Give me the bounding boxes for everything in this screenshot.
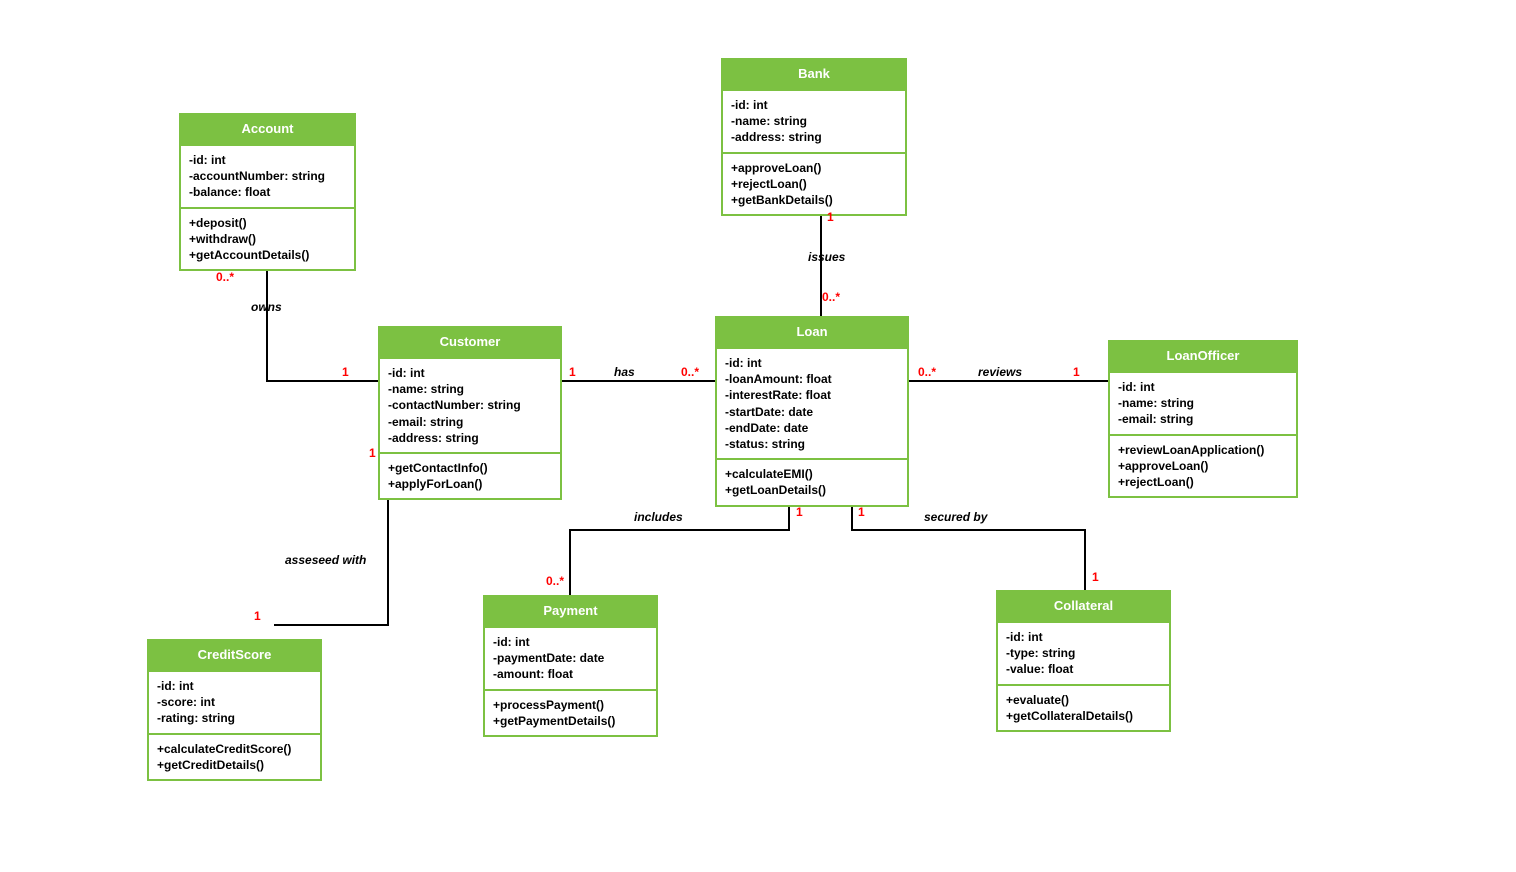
- ops-section: +reviewLoanApplication() +approveLoan() …: [1110, 434, 1296, 497]
- ops-section: +processPayment() +getPaymentDetails(): [485, 689, 656, 735]
- mult-includes-far: 0..*: [546, 574, 564, 588]
- ops-section: +approveLoan() +rejectLoan() +getBankDet…: [723, 152, 905, 215]
- attr-section: -id: int -accountNumber: string -balance…: [181, 144, 354, 207]
- class-payment: Payment -id: int -paymentDate: date -amo…: [483, 595, 658, 737]
- mult-assessed-far: 1: [254, 609, 261, 623]
- rel-issues: issues: [808, 250, 845, 264]
- class-creditscore: CreditScore -id: int -score: int -rating…: [147, 639, 322, 781]
- ops-section: +evaluate() +getCollateralDetails(): [998, 684, 1169, 730]
- attr-section: -id: int -paymentDate: date -amount: flo…: [485, 626, 656, 689]
- class-title: Account: [181, 115, 354, 144]
- mult-assessed-near: 1: [369, 446, 376, 460]
- diagram-canvas: Account -id: int -accountNumber: string …: [0, 0, 1516, 872]
- mult-reviews-far: 1: [1073, 365, 1080, 379]
- class-loan: Loan -id: int -loanAmount: float -intere…: [715, 316, 909, 507]
- rel-has: has: [614, 365, 635, 379]
- ops-section: +calculateCreditScore() +getCreditDetail…: [149, 733, 320, 779]
- class-title: LoanOfficer: [1110, 342, 1296, 371]
- attr-section: -id: int -type: string -value: float: [998, 621, 1169, 684]
- class-customer: Customer -id: int -name: string -contact…: [378, 326, 562, 500]
- rel-secured: secured by: [924, 510, 987, 524]
- ops-section: +getContactInfo() +applyForLoan(): [380, 452, 560, 498]
- mult-includes-near: 1: [796, 505, 803, 519]
- class-account: Account -id: int -accountNumber: string …: [179, 113, 356, 271]
- mult-account-near: 0..*: [216, 270, 234, 284]
- attr-section: -id: int -name: string -email: string: [1110, 371, 1296, 434]
- mult-has-far: 0..*: [681, 365, 699, 379]
- rel-reviews: reviews: [978, 365, 1022, 379]
- class-title: Collateral: [998, 592, 1169, 621]
- class-title: CreditScore: [149, 641, 320, 670]
- attr-section: -id: int -loanAmount: float -interestRat…: [717, 347, 907, 458]
- rel-assessed: asseseed with: [285, 553, 366, 567]
- ops-section: +calculateEMI() +getLoanDetails(): [717, 458, 907, 504]
- rel-includes: includes: [634, 510, 683, 524]
- mult-secured-far: 1: [1092, 570, 1099, 584]
- class-collateral: Collateral -id: int -type: string -value…: [996, 590, 1171, 732]
- class-loanofficer: LoanOfficer -id: int -name: string -emai…: [1108, 340, 1298, 498]
- attr-section: -id: int -name: string -address: string: [723, 89, 905, 152]
- attr-section: -id: int -name: string -contactNumber: s…: [380, 357, 560, 452]
- class-title: Bank: [723, 60, 905, 89]
- attr-section: -id: int -score: int -rating: string: [149, 670, 320, 733]
- mult-issues-near: 1: [827, 210, 834, 224]
- class-title: Customer: [380, 328, 560, 357]
- mult-reviews-near: 0..*: [918, 365, 936, 379]
- mult-secured-near: 1: [858, 505, 865, 519]
- ops-section: +deposit() +withdraw() +getAccountDetail…: [181, 207, 354, 270]
- rel-owns: owns: [251, 300, 282, 314]
- class-title: Payment: [485, 597, 656, 626]
- mult-issues-far: 0..*: [822, 290, 840, 304]
- mult-has-near: 1: [569, 365, 576, 379]
- class-title: Loan: [717, 318, 907, 347]
- class-bank: Bank -id: int -name: string -address: st…: [721, 58, 907, 216]
- mult-account-far: 1: [342, 365, 349, 379]
